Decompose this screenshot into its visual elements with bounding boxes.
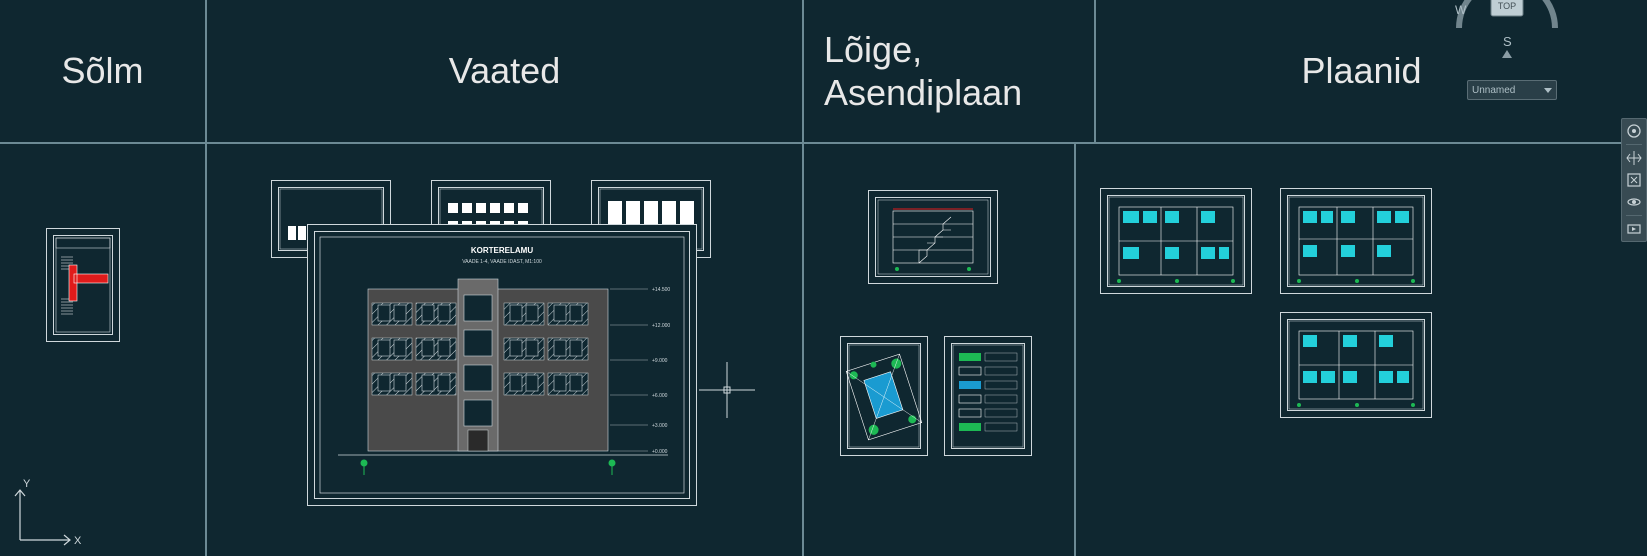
svg-text:W: W [1455,3,1467,17]
sheet-elevation-main[interactable]: KORTERELAMU VAADE 1-4, VAADE IDAST, M1:1… [307,224,697,506]
svg-text:X: X [74,535,82,547]
svg-text:+3.000: +3.000 [652,423,668,429]
cell-plaanid [1076,144,1647,556]
viewcube[interactable]: TOP W S [1447,0,1567,64]
column-header-solm: Sõlm [0,0,207,144]
model-space-canvas[interactable]: Sõlm Vaated Lõige, Asendiplaan Plaanid [0,0,1647,556]
cell-vaated: KORTERELAMU VAADE 1-4, VAADE IDAST, M1:1… [207,144,804,556]
svg-text:+12.000: +12.000 [652,323,670,329]
showmotion-icon[interactable] [1625,220,1643,238]
pan-icon[interactable] [1625,149,1643,167]
crosshair-cursor [699,362,755,418]
svg-text:+0.000: +0.000 [652,449,668,455]
view-label-text: Unnamed [1472,85,1515,96]
chevron-down-icon [1544,88,1552,93]
svg-text:+6.000: +6.000 [652,393,668,399]
orbit-icon[interactable] [1625,193,1643,211]
elevation-subtitle: VAADE 1-4, VAADE IDAST, M1:100 [462,259,542,265]
svg-text:TOP: TOP [1498,1,1516,11]
sheet-legend[interactable] [944,336,1032,456]
svg-text:+9.000: +9.000 [652,358,668,364]
sheet-detail-node[interactable] [46,228,120,342]
sheet-floorplan-3[interactable] [1280,312,1432,418]
sheet-floorplan-2[interactable] [1280,188,1432,294]
column-header-vaated: Vaated [207,0,804,144]
cell-loige [804,144,1076,556]
sheet-floorplan-1[interactable] [1100,188,1252,294]
elevation-title: KORTERELAMU [471,246,533,255]
zoom-extents-icon[interactable] [1625,171,1643,189]
svg-text:+14.500: +14.500 [652,287,670,293]
ucs-icon[interactable]: X Y [8,472,88,552]
nav-wheel-icon[interactable] [1625,122,1643,140]
sheet-site-plan[interactable] [840,336,928,456]
column-header-loige: Lõige, Asendiplaan [804,0,1096,144]
navigation-bar[interactable] [1621,118,1647,242]
view-label-dropdown[interactable]: Unnamed [1467,80,1557,100]
svg-text:Y: Y [23,478,31,490]
sheet-section[interactable] [868,190,998,284]
svg-text:S: S [1503,34,1512,49]
